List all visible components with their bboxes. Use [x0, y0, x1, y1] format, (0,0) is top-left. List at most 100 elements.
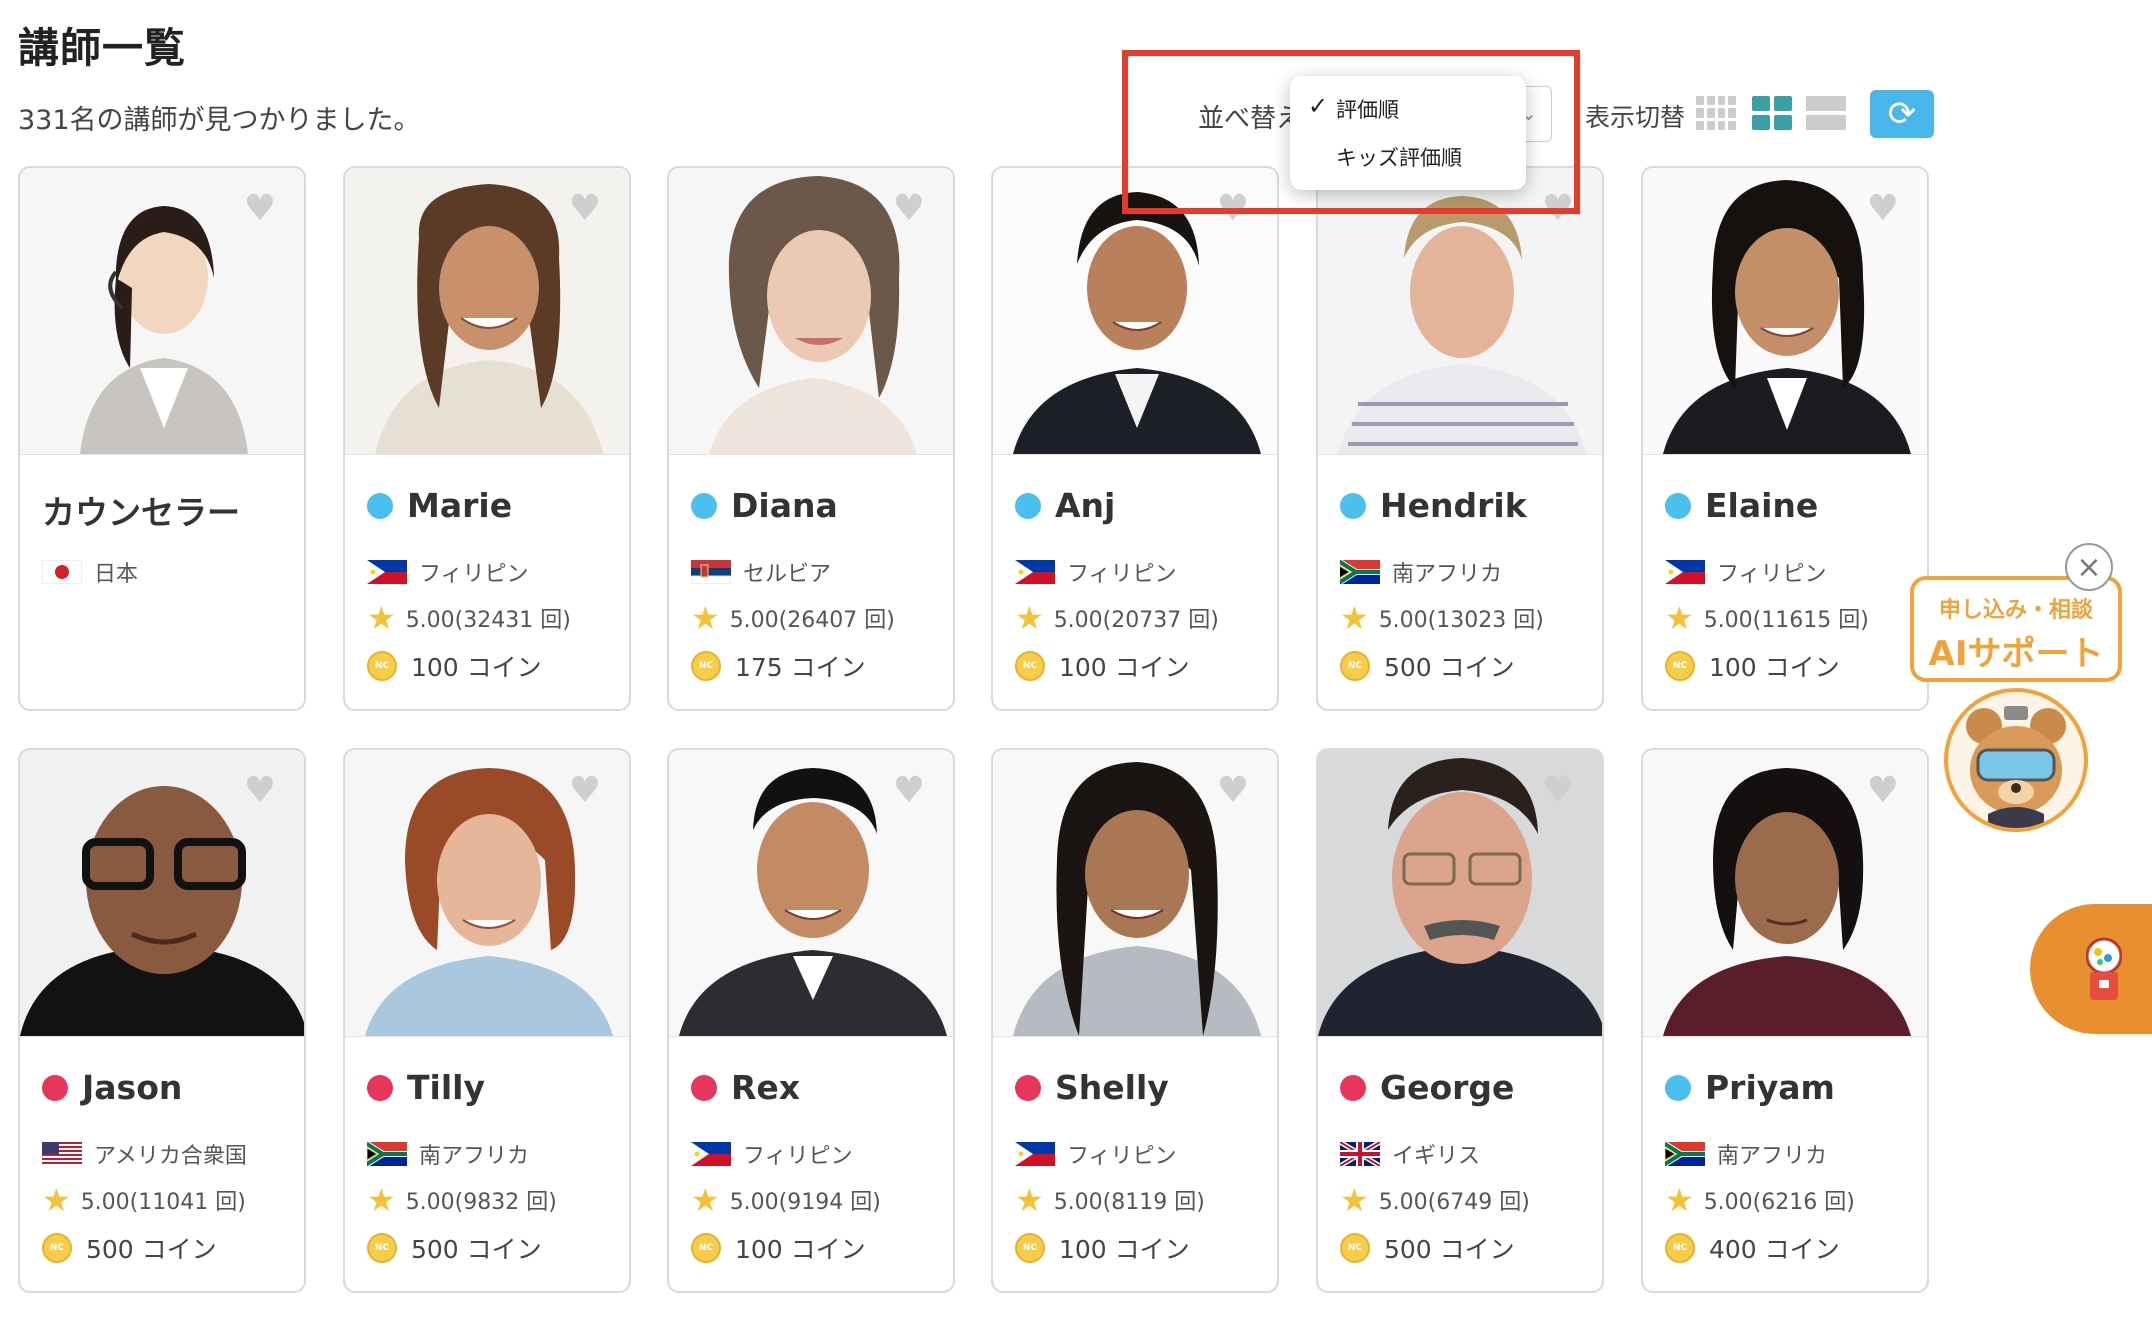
teacher-card-counselor[interactable]: ♥ カウンセラー 日本 [18, 166, 306, 711]
teacher-name: Rex [731, 1068, 801, 1107]
ai-support-banner[interactable]: 申し込み・相談 AIサポート [1910, 576, 2122, 682]
teacher-rating: ★ 5.00(9832 回) [367, 1184, 557, 1216]
rating-value: 5.00(8119 回) [1053, 1190, 1205, 1215]
favorite-heart-icon[interactable]: ♥ [569, 770, 601, 811]
teacher-coins: NC 500 コイン [367, 1230, 542, 1266]
teacher-country: 南アフリカ [1665, 1138, 1827, 1170]
coin-price: 500 コイン [1384, 1235, 1515, 1264]
flag-japan-icon [42, 560, 82, 584]
teacher-card-anj[interactable]: ♥ Anj フィリピン ★ 5.00(20737 回) NC 100 コイン [991, 166, 1279, 711]
refresh-button[interactable]: ⟳ [1870, 90, 1934, 138]
country-label: イギリス [1392, 1144, 1481, 1169]
grid-small-icon[interactable] [1696, 96, 1736, 130]
teacher-rating: ★ 5.00(32431 回) [367, 602, 571, 634]
favorite-heart-icon[interactable]: ♥ [1867, 770, 1899, 811]
coin-price: 100 コイン [735, 1235, 866, 1264]
favorite-heart-icon[interactable]: ♥ [1867, 188, 1899, 229]
teacher-country: セルビア [691, 556, 831, 588]
favorite-heart-icon[interactable]: ♥ [1217, 770, 1249, 811]
teacher-name: Marie [407, 486, 513, 525]
page-title: 講師一覧 [18, 24, 186, 72]
teacher-coins: NC 400 コイン [1665, 1230, 1840, 1266]
rating-value: 5.00(6216 回) [1703, 1190, 1855, 1215]
country-label: フィリピン [419, 562, 529, 587]
gacha-side-tab[interactable] [2030, 904, 2152, 1034]
teacher-rating: ★ 5.00(8119 回) [1015, 1184, 1205, 1216]
coin-price: 175 コイン [735, 653, 866, 682]
flag-philippines-icon [1015, 1142, 1055, 1166]
favorite-heart-icon[interactable]: ♥ [569, 188, 601, 229]
teacher-country: フィリピン [1665, 556, 1827, 588]
teacher-name-row: Anj [1015, 486, 1115, 525]
teacher-name-row: Priyam [1665, 1068, 1835, 1107]
favorite-heart-icon[interactable]: ♥ [244, 770, 276, 811]
star-icon: ★ [1015, 599, 1044, 637]
flag-philippines-icon [691, 1142, 731, 1166]
teacher-name-row: Jason [42, 1068, 182, 1107]
country-label: 南アフリカ [419, 1144, 530, 1169]
flag-philippines-icon [1015, 560, 1055, 584]
teacher-rating: ★ 5.00(6749 回) [1340, 1184, 1530, 1216]
teacher-country: 日本 [42, 556, 138, 588]
country-label: フィリピン [1067, 1144, 1177, 1169]
star-icon: ★ [1340, 599, 1369, 637]
favorite-heart-icon[interactable]: ♥ [1542, 770, 1574, 811]
teacher-coins: NC 100 コイン [1015, 648, 1190, 684]
flag-philippines-icon [367, 560, 407, 584]
favorite-heart-icon[interactable]: ♥ [893, 188, 925, 229]
coin-price: 100 コイン [411, 653, 542, 682]
flag-uk-icon [1340, 1142, 1380, 1166]
coin-icon: NC [1340, 651, 1370, 681]
star-icon: ★ [367, 599, 396, 637]
teacher-country: アメリカ合衆国 [42, 1138, 247, 1170]
star-icon: ★ [367, 1181, 396, 1219]
rating-value: 5.00(13023 回) [1378, 608, 1544, 633]
star-icon: ★ [691, 599, 720, 637]
teacher-card-marie[interactable]: ♥ Marie フィリピン ★ 5.00(32431 回) NC 100 コイン [343, 166, 631, 711]
rating-value: 5.00(11041 回) [80, 1190, 246, 1215]
teacher-country: フィリピン [1015, 1138, 1177, 1170]
grid-large-icon[interactable] [1752, 96, 1792, 130]
teacher-country: フィリピン [691, 1138, 853, 1170]
teacher-rating: ★ 5.00(20737 回) [1015, 602, 1219, 634]
teacher-card-tilly[interactable]: ♥ Tilly 南アフリカ ★ 5.00(9832 回) NC 500 コイン [343, 748, 631, 1293]
refresh-icon: ⟳ [1887, 94, 1917, 134]
teacher-name: Priyam [1705, 1068, 1835, 1107]
teacher-card-hendrik[interactable]: ♥ Hendrik 南アフリカ ★ 5.00(13023 回) NC 500 コイン [1316, 166, 1604, 711]
teacher-card-jason[interactable]: ♥ Jason アメリカ合衆国 ★ 5.00(11041 回) NC 500 コイン [18, 748, 306, 1293]
teacher-card-george[interactable]: ♥ George イギリス ★ 5.00(6749 回) NC 500 コイン [1316, 748, 1604, 1293]
star-icon: ★ [1015, 1181, 1044, 1219]
favorite-heart-icon[interactable]: ♥ [244, 188, 276, 229]
coin-price: 100 コイン [1709, 653, 1840, 682]
star-icon: ★ [1665, 599, 1694, 637]
coin-icon: NC [691, 651, 721, 681]
coin-price: 400 コイン [1709, 1235, 1840, 1264]
bear-mascot-icon[interactable] [1944, 688, 2088, 832]
view-toggle-label: 表示切替 [1585, 103, 1686, 132]
teacher-name-row: Shelly [1015, 1068, 1169, 1107]
close-icon[interactable]: × [2065, 543, 2113, 591]
teacher-name-row: Diana [691, 486, 838, 525]
teacher-card-diana[interactable]: ♥ Diana セルビア ★ 5.00(26407 回) NC 175 コイン [667, 166, 955, 711]
teacher-name-row: Rex [691, 1068, 800, 1107]
teacher-card-shelly[interactable]: ♥ Shelly フィリピン ★ 5.00(8119 回) NC 100 コイン [991, 748, 1279, 1293]
teacher-name: George [1380, 1068, 1515, 1107]
country-label: フィリピン [1067, 562, 1177, 587]
teacher-name-row: George [1340, 1068, 1514, 1107]
teacher-rating: ★ 5.00(26407 回) [691, 602, 895, 634]
status-dot [1665, 492, 1691, 519]
coin-icon: NC [1665, 1233, 1695, 1263]
teacher-card-elaine[interactable]: ♥ Elaine フィリピン ★ 5.00(11615 回) NC 100 コイン [1641, 166, 1929, 711]
list-view-icon[interactable] [1806, 96, 1846, 130]
teacher-card-rex[interactable]: ♥ Rex フィリピン ★ 5.00(9194 回) NC 100 コイン [667, 748, 955, 1293]
highlight-box [1122, 50, 1580, 214]
teacher-card-priyam[interactable]: ♥ Priyam 南アフリカ ★ 5.00(6216 回) NC 400 コイン [1641, 748, 1929, 1293]
teacher-name-row: Hendrik [1340, 486, 1527, 525]
coin-price: 500 コイン [411, 1235, 542, 1264]
teacher-rating: ★ 5.00(13023 回) [1340, 602, 1544, 634]
favorite-heart-icon[interactable]: ♥ [893, 770, 925, 811]
teacher-coins: NC 500 コイン [1340, 648, 1515, 684]
teacher-country: 南アフリカ [1340, 556, 1502, 588]
status-dot [1015, 1074, 1041, 1101]
country-label: アメリカ合衆国 [94, 1144, 247, 1169]
